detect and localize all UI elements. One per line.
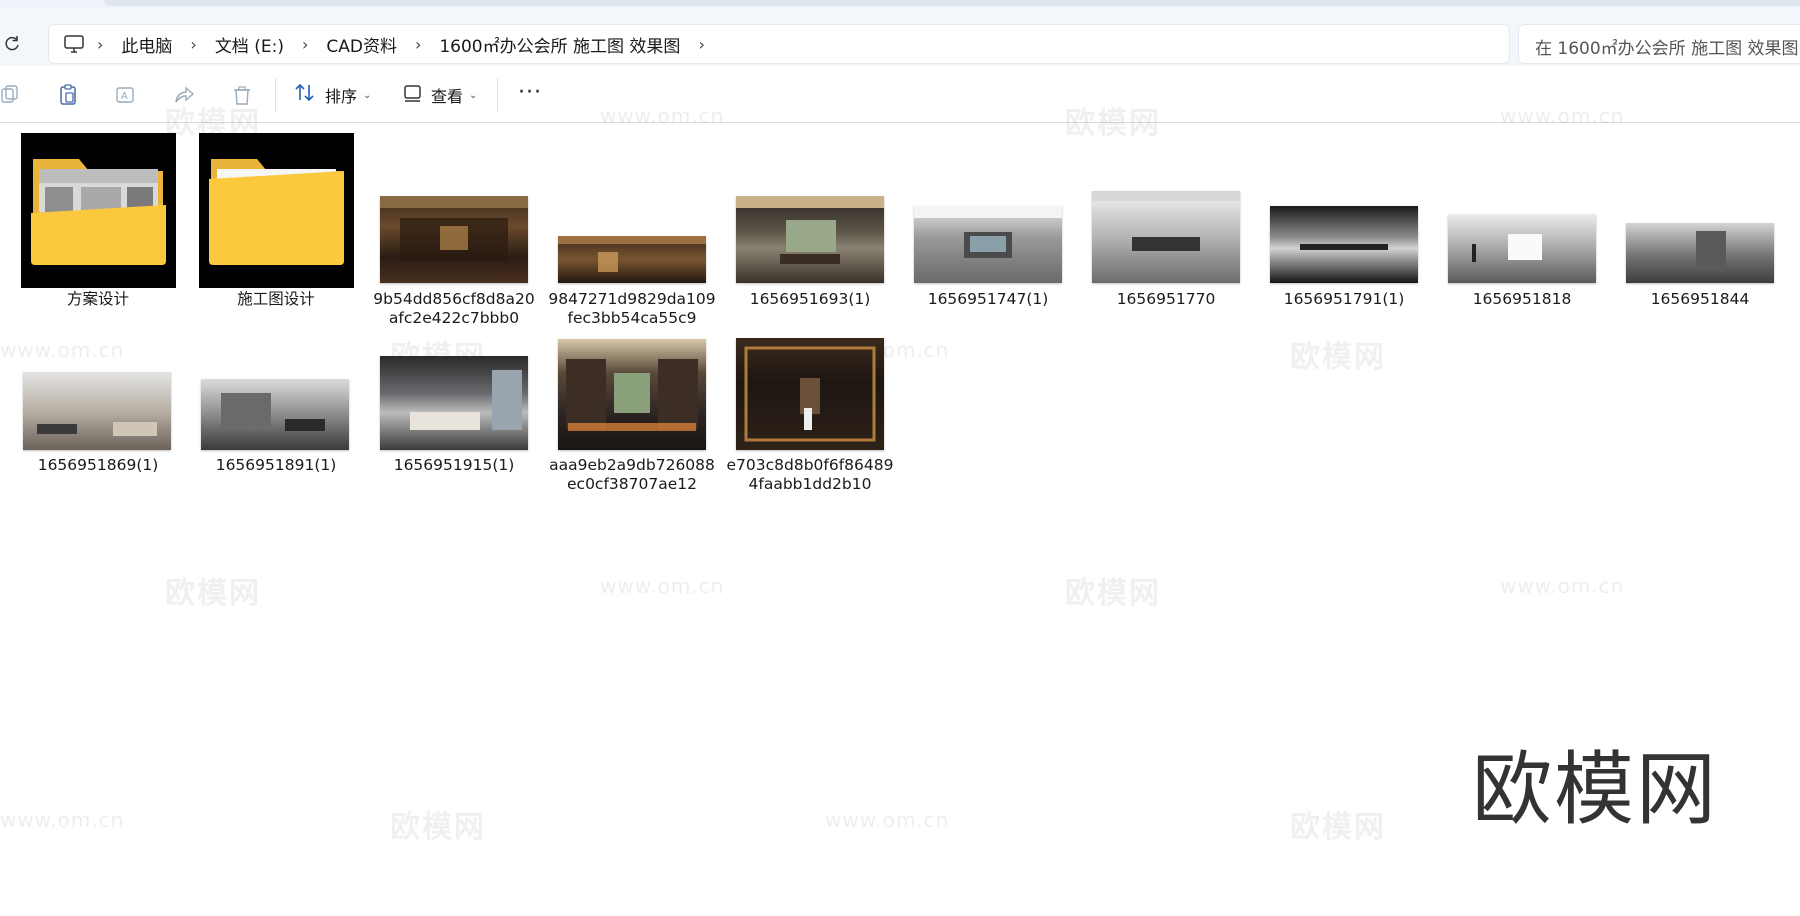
image-thumbnail[interactable] <box>380 356 528 450</box>
folder-icon <box>31 159 166 265</box>
address-bar[interactable]: › 此电脑 › 文档 (E:) › CAD资料 › 1600㎡办公会所 施工图 … <box>48 24 1510 64</box>
item-label[interactable]: 9847271d9829da109fec3bb54ca55c9 <box>547 290 717 328</box>
view-label: 查看 <box>431 87 464 106</box>
watermark-brand: 欧模网 <box>1290 810 1386 845</box>
address-row: › 此电脑 › 文档 (E:) › CAD资料 › 1600㎡办公会所 施工图 … <box>0 8 1800 66</box>
item-label[interactable]: 9b54dd856cf8d8a20afc2e422c7bbb0 <box>369 290 539 328</box>
paste-icon[interactable] <box>57 84 79 106</box>
image-thumbnail[interactable] <box>1270 206 1418 283</box>
more-options-button[interactable]: ··· <box>518 82 542 104</box>
watermark-brand: 欧模网 <box>1065 576 1161 611</box>
interior-render <box>37 422 157 436</box>
interior-render <box>1300 244 1388 250</box>
chevron-down-icon: ⌄ <box>469 89 478 101</box>
watermark-brand: 欧模网 <box>165 576 261 611</box>
interior-render <box>744 346 876 442</box>
image-thumbnail[interactable] <box>558 339 706 450</box>
image-thumbnail[interactable] <box>1092 191 1240 283</box>
image-thumbnail[interactable] <box>1448 214 1596 283</box>
watermark-url: www.om.cn <box>825 808 950 832</box>
image-thumbnail[interactable] <box>380 196 528 283</box>
item-label[interactable]: 1656951747(1) <box>903 290 1073 309</box>
chevron-right-icon[interactable]: › <box>87 35 113 54</box>
interior-render <box>736 196 884 264</box>
watermark-logo: 欧模网 <box>1472 743 1718 836</box>
watermark-url: www.om.cn <box>600 104 725 128</box>
rename-icon[interactable]: A <box>115 84 137 106</box>
tab-strip <box>104 0 1800 6</box>
image-thumbnail[interactable] <box>23 372 171 450</box>
item-label[interactable]: aaa9eb2a9db726088ec0cf38707ae12 <box>547 456 717 494</box>
interior-render <box>410 370 522 430</box>
image-thumbnail[interactable] <box>201 379 349 450</box>
interior-render <box>914 206 1062 258</box>
image-thumbnail[interactable] <box>736 196 884 283</box>
image-thumbnail[interactable] <box>1626 223 1774 283</box>
view-icon <box>403 83 423 107</box>
item-label[interactable]: 1656951770 <box>1081 290 1251 309</box>
watermark-url: www.om.cn <box>0 808 125 832</box>
watermark-brand: 欧模网 <box>390 810 486 845</box>
item-label[interactable]: 1656951869(1) <box>13 456 183 475</box>
interior-render <box>558 236 706 272</box>
sort-icon <box>295 83 317 107</box>
window-top-strip <box>0 0 1800 8</box>
item-label[interactable]: 施工图设计 <box>191 290 361 309</box>
view-button[interactable]: 查看 ⌄ <box>403 80 477 110</box>
item-label[interactable]: 1656951891(1) <box>191 456 361 475</box>
watermark-brand: 欧模网 <box>1290 340 1386 375</box>
chevron-right-icon[interactable]: › <box>180 35 206 54</box>
item-label[interactable]: 方案设计 <box>13 290 183 309</box>
item-label[interactable]: 1656951693(1) <box>725 290 895 309</box>
watermark-url: www.om.cn <box>0 338 125 362</box>
chevron-down-icon: ⌄ <box>363 89 372 101</box>
image-thumbnail[interactable] <box>736 338 884 450</box>
item-label[interactable]: e703c8d8b0f6f864894faabb1dd2b10 <box>725 456 895 494</box>
interior-render <box>1092 191 1240 251</box>
search-placeholder: 在 1600㎡办公会所 施工图 效果图 中 <box>1535 39 1800 59</box>
interior-render <box>1696 231 1726 271</box>
watermark-url: www.om.cn <box>1500 574 1625 598</box>
image-thumbnail[interactable] <box>558 236 706 283</box>
watermark-url: www.om.cn <box>600 574 725 598</box>
watermark-url: www.om.cn <box>1500 104 1625 128</box>
breadcrumb-drive-e[interactable]: 文档 (E:) <box>207 32 292 57</box>
chevron-right-icon[interactable]: › <box>292 35 318 54</box>
chevron-right-icon[interactable]: › <box>688 35 714 54</box>
folder-item[interactable] <box>21 133 176 288</box>
sort-label: 排序 <box>325 87 358 106</box>
image-thumbnail[interactable] <box>914 206 1062 283</box>
sort-button[interactable]: 排序 ⌄ <box>295 80 371 110</box>
refresh-icon[interactable] <box>2 34 22 54</box>
interior-render <box>380 196 528 262</box>
breadcrumb: › 此电脑 › 文档 (E:) › CAD资料 › 1600㎡办公会所 施工图 … <box>63 25 715 63</box>
search-input[interactable]: 在 1600㎡办公会所 施工图 效果图 中 <box>1518 24 1800 64</box>
item-label[interactable]: 1656951915(1) <box>369 456 539 475</box>
folder-item[interactable] <box>199 133 354 288</box>
item-label[interactable]: 1656951818 <box>1437 290 1607 309</box>
interior-render <box>221 393 325 431</box>
watermark-brand: 欧模网 <box>1065 106 1161 141</box>
interior-render <box>1472 234 1542 262</box>
breadcrumb-this-pc[interactable]: 此电脑 <box>113 32 180 57</box>
item-label[interactable]: 1656951844 <box>1615 290 1785 309</box>
toolbar-separator <box>275 78 276 112</box>
copy-icon[interactable] <box>0 84 22 106</box>
interior-render <box>566 359 698 431</box>
chevron-right-icon[interactable]: › <box>405 35 431 54</box>
item-label[interactable]: 1656951791(1) <box>1259 290 1429 309</box>
svg-text:A: A <box>121 91 128 102</box>
folder-icon <box>209 159 344 265</box>
toolbar-separator <box>497 78 498 112</box>
computer-icon[interactable] <box>63 33 85 55</box>
breadcrumb-cad[interactable]: CAD资料 <box>318 32 405 57</box>
breadcrumb-current-folder[interactable]: 1600㎡办公会所 施工图 效果图 <box>431 32 688 57</box>
